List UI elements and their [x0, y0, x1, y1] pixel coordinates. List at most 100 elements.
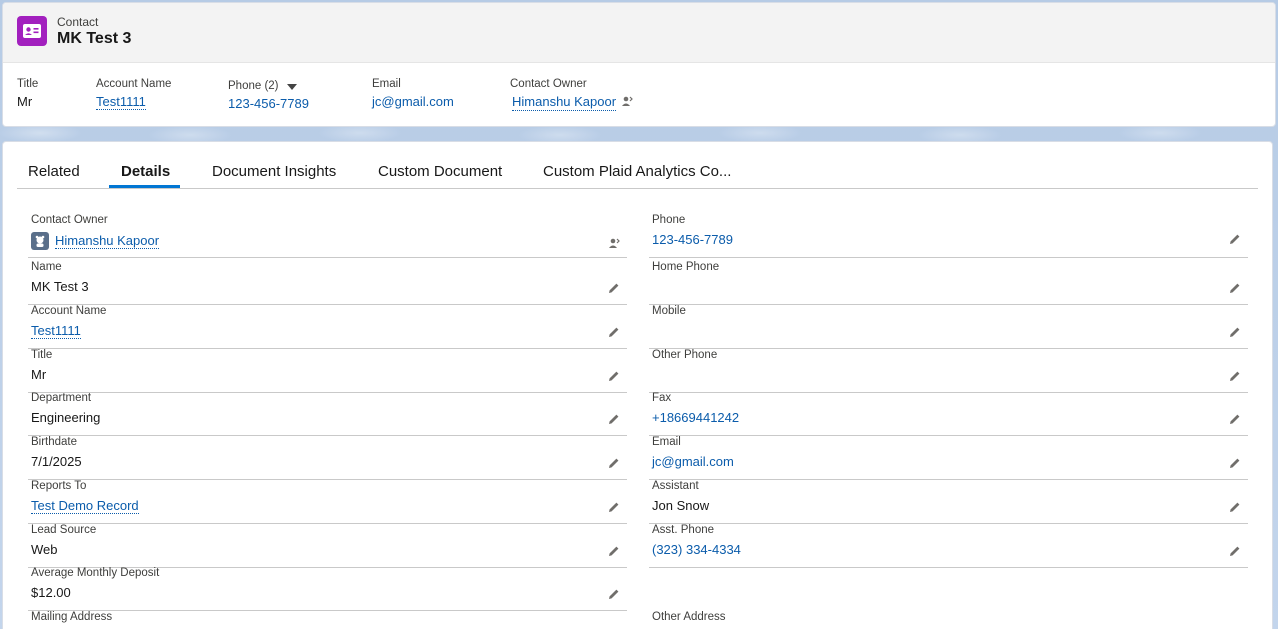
contact-card-icon: [17, 16, 47, 46]
field-label: Contact Owner: [31, 214, 108, 226]
field-label: Phone: [652, 214, 686, 226]
field-label: Assistant: [652, 480, 699, 492]
field-label: Reports To: [31, 480, 87, 492]
highlight-phone-label[interactable]: Phone (2): [228, 79, 309, 93]
tab-document-insights[interactable]: Document Insights: [212, 163, 336, 180]
change-owner-icon[interactable]: [608, 236, 622, 250]
field-average-monthly-deposit: Average Monthly Deposit $12.00: [28, 567, 627, 611]
record-header-title-bar: Contact MK Test 3: [3, 3, 1275, 63]
tab-custom-plaid-analytics[interactable]: Custom Plaid Analytics Co...: [543, 163, 731, 180]
active-tab-indicator: [109, 185, 180, 188]
highlight-title: Title Mr: [17, 77, 38, 110]
record-name: MK Test 3: [57, 30, 132, 47]
highlight-owner: Contact Owner Himanshu Kapoor: [510, 77, 633, 111]
record-header: Contact MK Test 3 Title Mr Account Name …: [2, 2, 1276, 127]
field-label: Department: [31, 392, 92, 404]
highlight-account-label: Account Name: [96, 78, 172, 90]
field-department: Department Engineering: [28, 392, 627, 436]
highlight-owner-label: Contact Owner: [510, 78, 587, 90]
pencil-icon[interactable]: [1229, 369, 1243, 383]
highlight-email: Email jc@gmail.com: [372, 77, 454, 110]
field-label: Mailing Address: [31, 611, 113, 623]
details-card: Related Details Document Insights Custom…: [2, 141, 1273, 629]
field-label: Title: [31, 349, 53, 361]
highlight-account-link[interactable]: Test1111: [96, 94, 146, 110]
field-asst-phone: Asst. Phone (323) 334-4334: [649, 524, 1248, 568]
field-value: Jon Snow: [652, 498, 710, 513]
highlight-phone-label-text: Phone (2): [228, 80, 279, 92]
highlight-title-value: Mr: [17, 94, 33, 109]
field-mailing-address: Mailing Address: [28, 611, 627, 629]
pencil-icon[interactable]: [608, 369, 622, 383]
pencil-icon[interactable]: [608, 281, 622, 295]
chevron-down-icon[interactable]: [286, 84, 297, 90]
field-value-link[interactable]: 123-456-7789: [652, 232, 733, 247]
field-value-link[interactable]: Test Demo Record: [31, 498, 139, 514]
change-owner-icon[interactable]: [621, 95, 633, 111]
field-value-link[interactable]: Himanshu Kapoor: [55, 233, 160, 249]
field-label: Other Address: [652, 611, 726, 623]
field-value-link[interactable]: Test1111: [31, 323, 81, 339]
pencil-icon[interactable]: [608, 412, 622, 426]
pencil-icon[interactable]: [1229, 232, 1243, 246]
field-value: Engineering: [31, 410, 101, 425]
field-value-link[interactable]: jc@gmail.com: [652, 454, 734, 469]
pencil-icon[interactable]: [608, 500, 622, 514]
record-type-label: Contact: [57, 15, 99, 29]
pencil-icon[interactable]: [1229, 544, 1243, 558]
field-title: Title Mr: [28, 349, 627, 393]
field-name: Name MK Test 3: [28, 261, 627, 305]
pencil-icon[interactable]: [608, 325, 622, 339]
field-label: Mobile: [652, 305, 686, 317]
avatar: [31, 232, 49, 250]
pencil-icon[interactable]: [1229, 500, 1243, 514]
tab-details[interactable]: Details: [121, 163, 170, 180]
pencil-icon[interactable]: [1229, 281, 1243, 295]
field-other-phone: Other Phone: [649, 349, 1248, 393]
highlight-phone: Phone (2) 123-456-7789: [228, 79, 309, 112]
tab-related[interactable]: Related: [28, 163, 80, 180]
field-label: Account Name: [31, 305, 107, 317]
field-value-link[interactable]: (323) 334-4334: [652, 542, 741, 557]
field-label: Other Phone: [652, 349, 718, 361]
field-label: Email: [652, 436, 681, 448]
field-label: Average Monthly Deposit: [31, 567, 160, 579]
pencil-icon[interactable]: [608, 544, 622, 558]
field-other-address: Other Address: [649, 611, 1248, 629]
tab-bar: Related Details Document Insights Custom…: [17, 142, 1258, 189]
field-label: Fax: [652, 392, 672, 404]
field-lead-source: Lead Source Web: [28, 524, 627, 568]
highlight-phone-link[interactable]: 123-456-7789: [228, 96, 309, 111]
highlight-email-label: Email: [372, 78, 401, 90]
pencil-icon[interactable]: [1229, 412, 1243, 426]
highlight-title-label: Title: [17, 78, 39, 90]
field-value: 7/1/2025: [31, 454, 82, 469]
field-birthdate: Birthdate 7/1/2025: [28, 436, 627, 480]
highlight-account: Account Name Test1111: [96, 77, 171, 110]
field-value: Web: [31, 542, 58, 557]
field-account-name: Account Name Test1111: [28, 305, 627, 349]
field-reports-to: Reports To Test Demo Record: [28, 480, 627, 524]
pencil-icon[interactable]: [608, 587, 622, 601]
field-label: Name: [31, 261, 62, 273]
field-fax: Fax +18669441242: [649, 392, 1248, 436]
pencil-icon[interactable]: [1229, 456, 1243, 470]
highlight-email-link[interactable]: jc@gmail.com: [372, 94, 454, 109]
field-email: Email jc@gmail.com: [649, 436, 1248, 480]
field-assistant: Assistant Jon Snow: [649, 480, 1248, 524]
field-label: Home Phone: [652, 261, 720, 273]
field-value: $12.00: [31, 585, 71, 600]
pencil-icon[interactable]: [1229, 325, 1243, 339]
tab-custom-document[interactable]: Custom Document: [378, 163, 502, 180]
field-contact-owner: Contact Owner Himanshu Kapoor: [28, 214, 627, 258]
field-label: Birthdate: [31, 436, 78, 448]
field-label: Lead Source: [31, 524, 97, 536]
field-value-link[interactable]: +18669441242: [652, 410, 739, 425]
pencil-icon[interactable]: [608, 456, 622, 470]
highlight-owner-link[interactable]: Himanshu Kapoor: [512, 94, 617, 111]
field-value: Mr: [31, 367, 47, 382]
field-label: Asst. Phone: [652, 524, 715, 536]
field-mobile: Mobile: [649, 305, 1248, 349]
field-home-phone: Home Phone: [649, 261, 1248, 305]
field-value: MK Test 3: [31, 279, 89, 294]
